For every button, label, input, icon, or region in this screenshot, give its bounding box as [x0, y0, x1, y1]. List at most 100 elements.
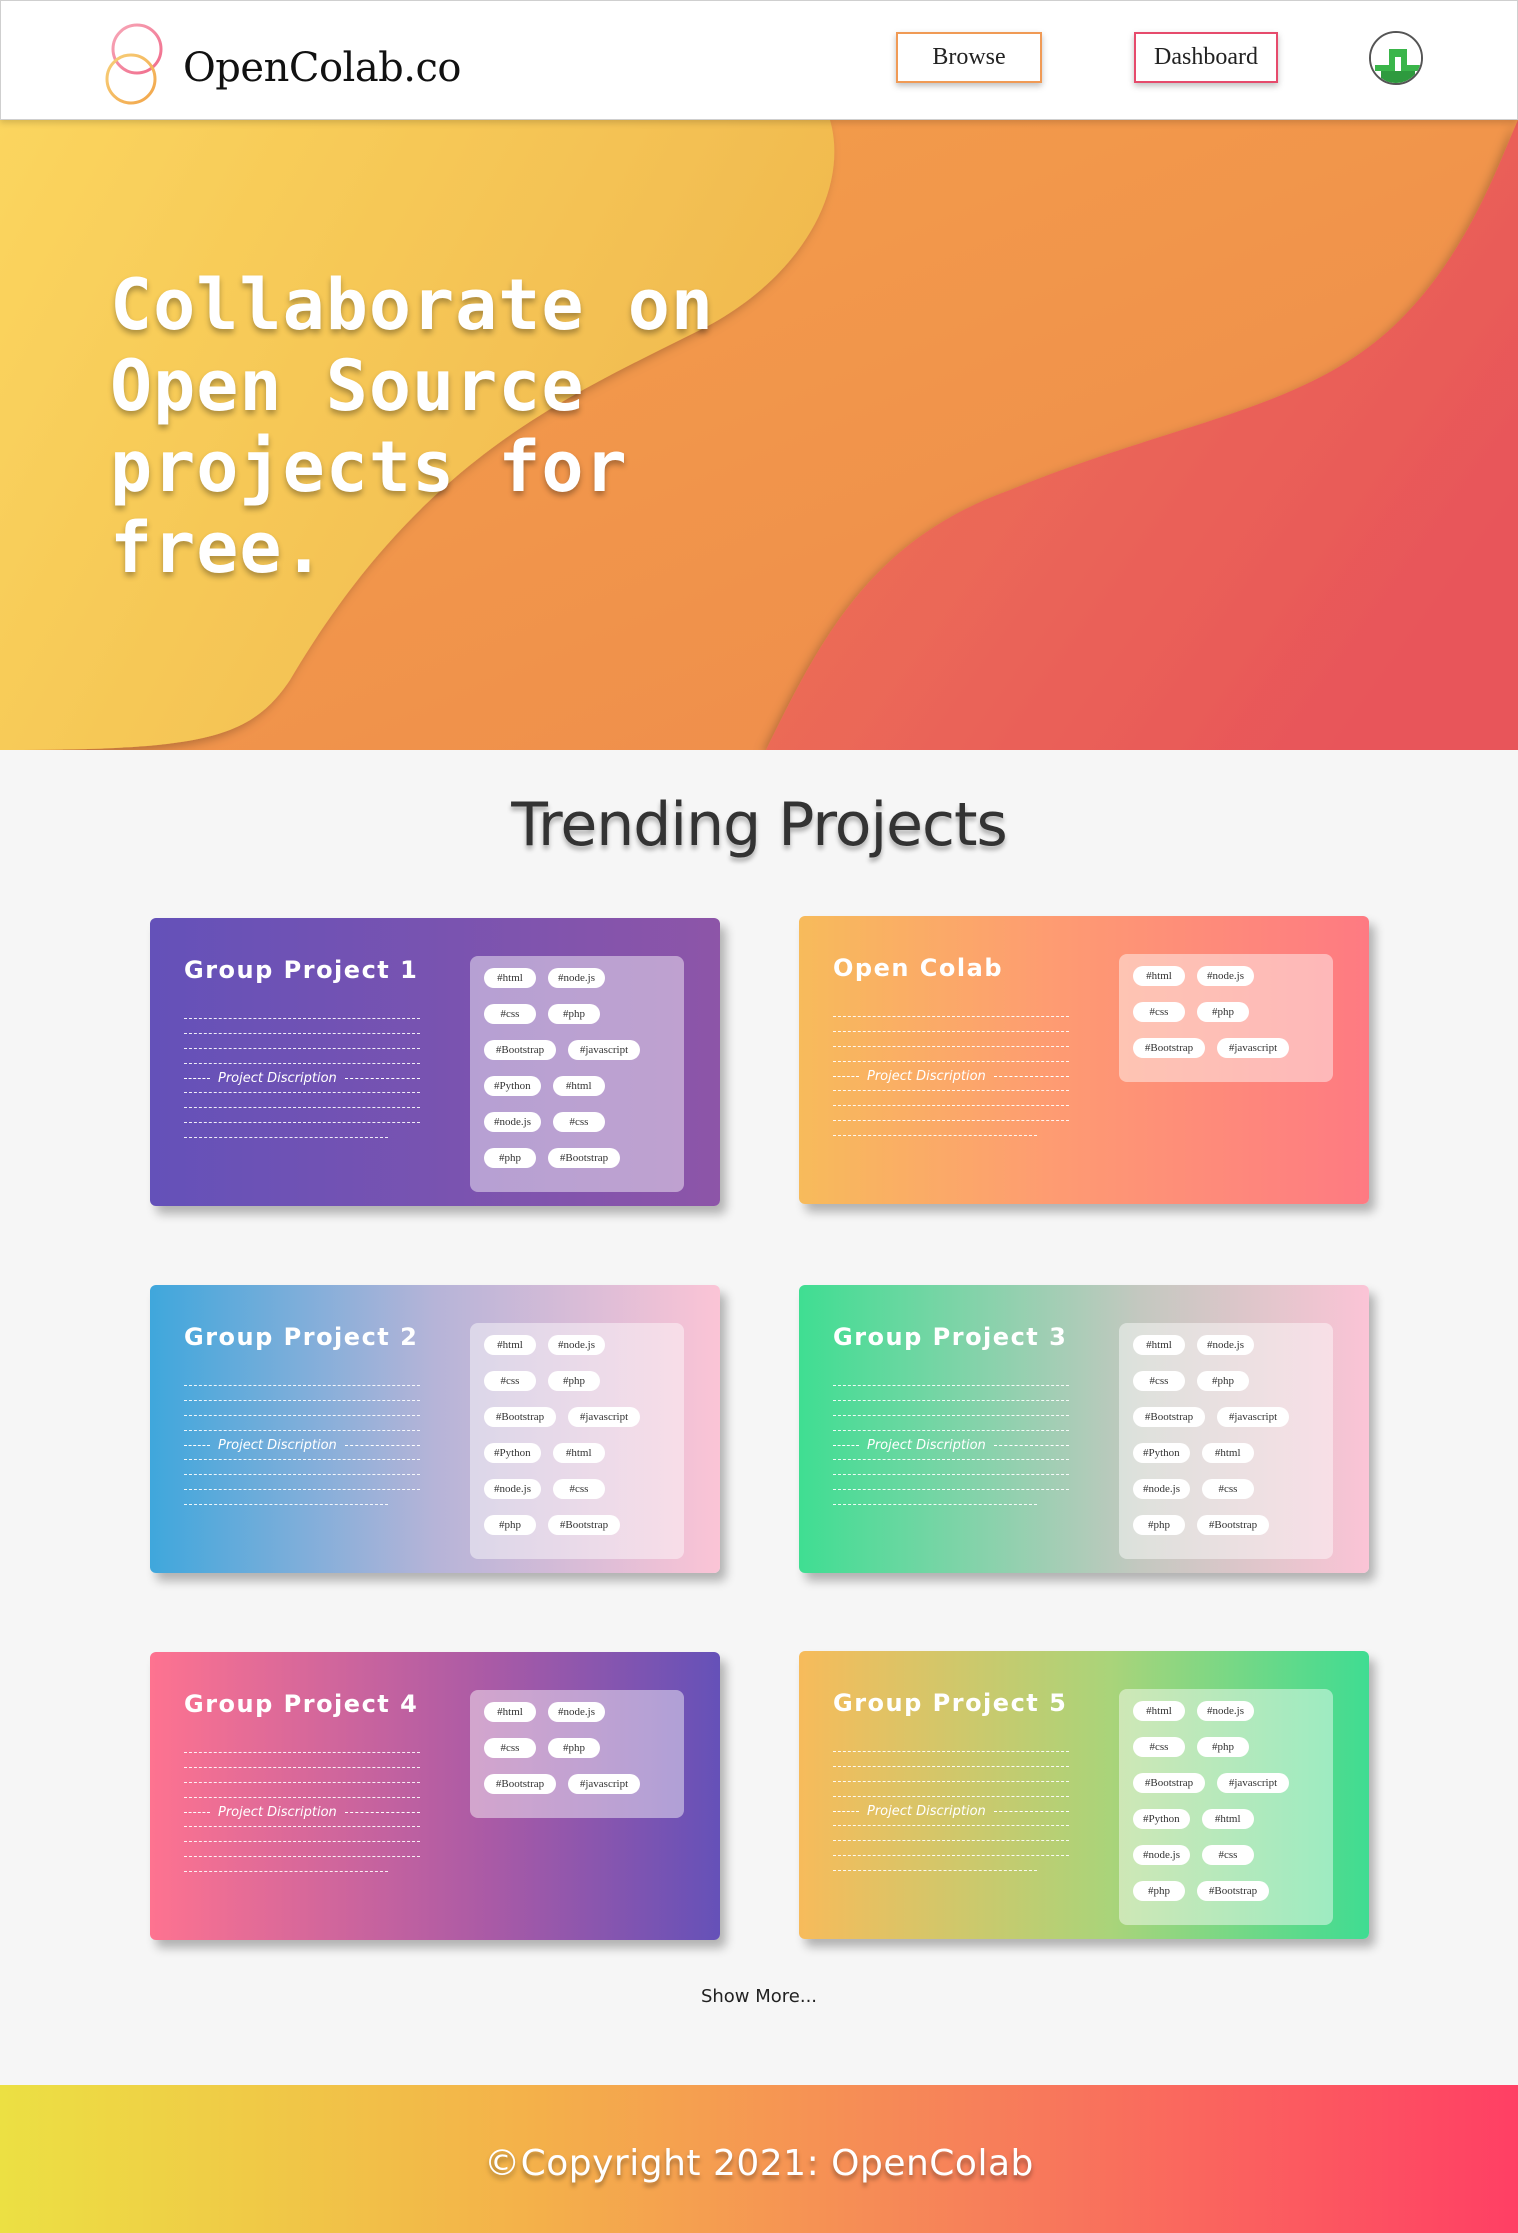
- tech-tag[interactable]: #Bootstrap: [484, 1407, 556, 1427]
- project-description-label: Project Discription: [867, 1803, 986, 1819]
- project-description-placeholder: Project Discription: [833, 1385, 1069, 1519]
- tech-tag[interactable]: #css: [1201, 1845, 1254, 1865]
- project-card-title[interactable]: Group Project 5: [833, 1689, 1067, 1717]
- dashboard-button[interactable]: Dashboard: [1134, 32, 1278, 83]
- copyright-text: ©Copyright 2021: OpenColab: [484, 2143, 1034, 2184]
- tech-tag[interactable]: #node.js: [1133, 1479, 1190, 1499]
- tech-tag[interactable]: #javascript: [1217, 1407, 1289, 1427]
- tech-tag[interactable]: #php: [1133, 1515, 1185, 1535]
- project-description-label: Project Discription: [218, 1070, 337, 1086]
- project-description-placeholder: Project Discription: [833, 1751, 1069, 1885]
- tech-tag[interactable]: #html: [1133, 1701, 1185, 1721]
- project-description-label: Project Discription: [218, 1804, 337, 1820]
- tech-tag[interactable]: #Python: [484, 1076, 541, 1096]
- tech-tag[interactable]: #css: [1133, 1371, 1185, 1391]
- project-description-label: Project Discription: [867, 1437, 986, 1453]
- project-description-placeholder: Project Discription: [184, 1018, 420, 1152]
- tech-tag[interactable]: #Python: [1133, 1809, 1190, 1829]
- tech-tag[interactable]: #Bootstrap: [1197, 1515, 1269, 1535]
- brand-name[interactable]: OpenColab.co: [183, 45, 461, 91]
- tech-tag[interactable]: #node.js: [1197, 966, 1254, 986]
- project-card-title[interactable]: Group Project 1: [184, 956, 418, 984]
- tech-tag[interactable]: #node.js: [484, 1479, 541, 1499]
- tech-tag[interactable]: #css: [1133, 1737, 1185, 1757]
- tech-tag[interactable]: #html: [552, 1076, 605, 1096]
- tech-tag[interactable]: #Bootstrap: [548, 1148, 620, 1168]
- tech-tag[interactable]: #javascript: [1217, 1773, 1289, 1793]
- tech-tag[interactable]: #javascript: [568, 1040, 640, 1060]
- tech-tag[interactable]: #Bootstrap: [1133, 1407, 1205, 1427]
- tech-tag[interactable]: #Python: [1133, 1443, 1190, 1463]
- tech-tag[interactable]: #node.js: [1197, 1335, 1254, 1355]
- project-card[interactable]: Open Colab Project Discription #html #node.…: [799, 916, 1369, 1204]
- tech-tag[interactable]: #html: [1133, 1335, 1185, 1355]
- tech-tag[interactable]: #css: [552, 1479, 605, 1499]
- tech-tag[interactable]: #php: [1133, 1881, 1185, 1901]
- tech-tag[interactable]: #Bootstrap: [1133, 1038, 1205, 1058]
- tech-tag[interactable]: #Bootstrap: [1133, 1773, 1205, 1793]
- tech-tag[interactable]: #node.js: [1133, 1845, 1190, 1865]
- tech-tags-panel: #html #node.js #css #php #Bootstrap #javascri…: [1119, 954, 1333, 1082]
- hero-banner: Collaborate on Open Source projects for …: [0, 120, 1518, 750]
- tech-tags-panel: #html #node.js #css #php #Bootstrap #javascri…: [470, 1690, 684, 1818]
- project-card[interactable]: Group Project 3 Project Discription #html #…: [799, 1285, 1369, 1573]
- project-description-label: Project Discription: [218, 1437, 337, 1453]
- trending-projects-heading: Trending Projects: [511, 790, 1008, 860]
- project-card[interactable]: Group Project 4 Project Discription #html #…: [150, 1652, 720, 1940]
- tech-tag[interactable]: #node.js: [548, 1702, 605, 1722]
- project-description-placeholder: Project Discription: [184, 1752, 420, 1886]
- tech-tag[interactable]: #html: [1133, 966, 1185, 986]
- tech-tag[interactable]: #html: [484, 1335, 536, 1355]
- project-card[interactable]: Group Project 5 Project Discription #html #…: [799, 1651, 1369, 1939]
- tech-tag[interactable]: #html: [552, 1443, 605, 1463]
- tech-tag[interactable]: #Bootstrap: [548, 1515, 620, 1535]
- tech-tag[interactable]: #javascript: [568, 1407, 640, 1427]
- tech-tag[interactable]: #node.js: [548, 1335, 605, 1355]
- tech-tag[interactable]: #Python: [484, 1443, 541, 1463]
- tech-tag[interactable]: #css: [1201, 1479, 1254, 1499]
- tech-tag[interactable]: #php: [548, 1371, 600, 1391]
- tech-tag[interactable]: #php: [1197, 1002, 1249, 1022]
- tech-tag[interactable]: #node.js: [548, 968, 605, 988]
- tech-tag[interactable]: #css: [1133, 1002, 1185, 1022]
- tech-tags-panel: #html #node.js #css #php #Bootstrap #javascri…: [470, 1323, 684, 1559]
- tech-tag[interactable]: #php: [484, 1515, 536, 1535]
- tech-tag[interactable]: #php: [1197, 1737, 1249, 1757]
- show-more-link[interactable]: Show More...: [0, 1986, 1518, 2007]
- tech-tag[interactable]: #Bootstrap: [1197, 1881, 1269, 1901]
- tech-tag[interactable]: #css: [484, 1371, 536, 1391]
- tech-tag[interactable]: #javascript: [1217, 1038, 1289, 1058]
- project-card-title[interactable]: Group Project 3: [833, 1323, 1067, 1351]
- project-card-title[interactable]: Group Project 4: [184, 1690, 418, 1718]
- tech-tag[interactable]: #javascript: [568, 1774, 640, 1794]
- tech-tag[interactable]: #Bootstrap: [484, 1040, 556, 1060]
- hero-headline: Collaborate on Open Source projects for …: [110, 264, 715, 589]
- tech-tag[interactable]: #php: [548, 1738, 600, 1758]
- tech-tag[interactable]: #php: [548, 1004, 600, 1024]
- tech-tag[interactable]: #node.js: [1197, 1701, 1254, 1721]
- tech-tags-panel: #html #node.js #css #php #Bootstrap #javascri…: [470, 956, 684, 1192]
- project-card[interactable]: Group Project 1 Project Discription #html #…: [150, 918, 720, 1206]
- tech-tag[interactable]: #css: [484, 1738, 536, 1758]
- tech-tag[interactable]: #node.js: [484, 1112, 541, 1132]
- tech-tag[interactable]: #css: [484, 1004, 536, 1024]
- user-avatar-icon[interactable]: [1369, 31, 1423, 85]
- tech-tag[interactable]: #Bootstrap: [484, 1774, 556, 1794]
- project-card[interactable]: Group Project 2 Project Discription #html #…: [150, 1285, 720, 1573]
- project-description-placeholder: Project Discription: [184, 1385, 420, 1519]
- tech-tags-panel: #html #node.js #css #php #Bootstrap #javascri…: [1119, 1689, 1333, 1925]
- browse-button[interactable]: Browse: [896, 32, 1042, 83]
- tech-tag[interactable]: #html: [1201, 1443, 1254, 1463]
- tech-tag[interactable]: #css: [552, 1112, 605, 1132]
- top-nav-bar: OpenColab.co Browse Dashboard: [0, 0, 1518, 120]
- tech-tag[interactable]: #html: [484, 968, 536, 988]
- tech-tag[interactable]: #php: [484, 1148, 536, 1168]
- footer: ©Copyright 2021: OpenColab: [0, 2085, 1518, 2233]
- opencolab-logo-icon[interactable]: [104, 22, 166, 107]
- tech-tag[interactable]: #html: [484, 1702, 536, 1722]
- project-card-title[interactable]: Open Colab: [833, 954, 1003, 982]
- project-card-title[interactable]: Group Project 2: [184, 1323, 418, 1351]
- project-description-placeholder: Project Discription: [833, 1016, 1069, 1150]
- tech-tag[interactable]: #php: [1197, 1371, 1249, 1391]
- tech-tag[interactable]: #html: [1201, 1809, 1254, 1829]
